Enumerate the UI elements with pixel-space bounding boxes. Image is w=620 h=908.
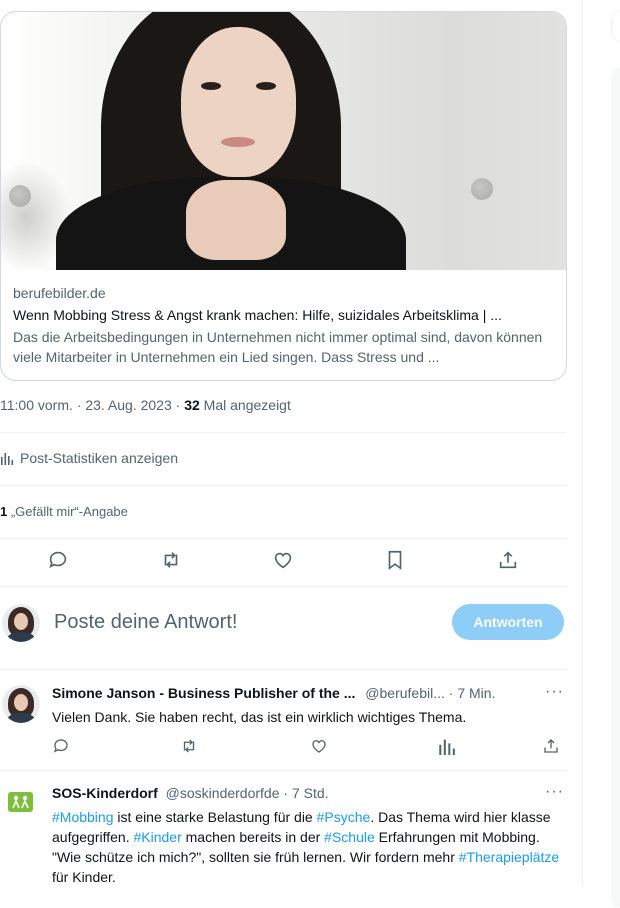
avatar[interactable] bbox=[2, 604, 40, 642]
author-name[interactable]: Simone Janson - Business Publisher of th… bbox=[52, 685, 355, 701]
views-icon[interactable] bbox=[438, 737, 456, 755]
hashtag-link[interactable]: #Mobbing bbox=[52, 809, 114, 825]
post-detail-column: berufebilder.de Wenn Mobbing Stress & An… bbox=[0, 0, 583, 885]
view-label: Mal angezeigt bbox=[199, 397, 291, 413]
tweet-text-segment: ist eine starke Belastung für die bbox=[113, 809, 317, 825]
search-box[interactable] bbox=[611, 10, 620, 42]
more-icon[interactable]: ··· bbox=[545, 683, 564, 701]
repost-icon[interactable] bbox=[160, 549, 182, 571]
right-sidebar bbox=[583, 0, 620, 908]
link-preview-image[interactable] bbox=[1, 12, 566, 270]
link-description: Das die Arbeitsbedingungen in Unternehme… bbox=[13, 329, 543, 365]
share-icon[interactable] bbox=[542, 737, 560, 755]
link-title: Wenn Mobbing Stress & Angst krank machen… bbox=[13, 307, 502, 323]
tweet-action-bar bbox=[52, 737, 564, 757]
author-name[interactable]: SOS-Kinderdorf bbox=[52, 785, 158, 801]
reply-tweet[interactable]: SOS-Kinderdorf @soskinderdorfde · 7 Std.… bbox=[0, 783, 566, 887]
divider bbox=[0, 770, 566, 771]
share-icon[interactable] bbox=[497, 549, 519, 571]
link-preview-card[interactable]: berufebilder.de Wenn Mobbing Stress & An… bbox=[0, 11, 567, 381]
divider bbox=[0, 485, 566, 486]
reply-tweet[interactable]: Simone Janson - Business Publisher of th… bbox=[0, 683, 566, 765]
likes-count[interactable]: 1 „Gefällt mir“-Angabe bbox=[0, 504, 128, 519]
divider bbox=[0, 432, 566, 433]
post-metadata: 11:00 vorm. · 23. Aug. 2023 · 32 Mal ang… bbox=[0, 397, 291, 413]
author-handle[interactable]: @berufebil... bbox=[365, 685, 445, 701]
reply-input[interactable]: Poste deine Antwort! bbox=[54, 611, 237, 634]
divider bbox=[0, 538, 566, 539]
link-domain: berufebilder.de bbox=[13, 285, 106, 301]
more-icon[interactable]: ··· bbox=[545, 783, 564, 801]
stats-label: Post-Statistiken anzeigen bbox=[20, 450, 178, 466]
like-icon[interactable] bbox=[272, 549, 294, 571]
tweet-time[interactable]: 7 Std. bbox=[292, 785, 329, 801]
author-handle[interactable]: @soskinderdorfde bbox=[166, 785, 280, 801]
hashtag-link[interactable]: #Kinder bbox=[133, 829, 181, 845]
divider bbox=[0, 586, 566, 587]
reply-button[interactable]: Antworten bbox=[452, 604, 564, 640]
like-icon[interactable] bbox=[310, 737, 328, 755]
tweet-text: #Mobbing ist eine starke Belastung für d… bbox=[52, 807, 562, 887]
post-stats-link[interactable]: Post-Statistiken anzeigen bbox=[0, 450, 178, 466]
bookmark-icon[interactable] bbox=[384, 549, 406, 571]
tweet-time[interactable]: 7 Min. bbox=[457, 685, 495, 701]
hashtag-link[interactable]: #Psyche bbox=[317, 809, 371, 825]
stats-icon bbox=[1, 453, 14, 465]
tweet-text-segment: machen bereits in der bbox=[181, 829, 325, 845]
hashtag-link[interactable]: #Schule bbox=[324, 829, 375, 845]
reply-icon[interactable] bbox=[47, 549, 69, 571]
tweet-text-segment: für Kinder. bbox=[52, 869, 116, 885]
repost-icon[interactable] bbox=[180, 737, 198, 755]
divider bbox=[0, 669, 566, 670]
post-action-bar bbox=[0, 549, 566, 577]
hashtag-link[interactable]: #Therapieplätze bbox=[459, 849, 559, 865]
view-count: 32 bbox=[184, 397, 200, 413]
sidebar-panel bbox=[611, 68, 620, 908]
post-time[interactable]: 11:00 vorm. bbox=[0, 397, 73, 413]
post-date[interactable]: 23. Aug. 2023 bbox=[85, 397, 171, 413]
avatar[interactable] bbox=[2, 685, 40, 723]
reply-composer: Poste deine Antwort! Antworten bbox=[0, 602, 566, 647]
reply-icon[interactable] bbox=[52, 737, 70, 755]
tweet-text: Vielen Dank. Sie haben recht, das ist ei… bbox=[52, 709, 467, 725]
